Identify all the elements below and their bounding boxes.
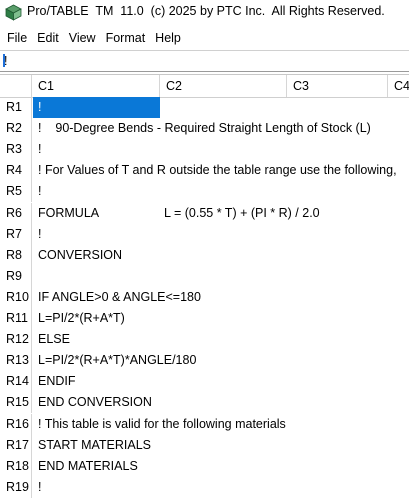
row-header[interactable]: R8 xyxy=(0,244,32,266)
menu-bar: File Edit View Format Help xyxy=(0,28,409,48)
table-row: R14 ENDIF xyxy=(0,371,409,393)
cell-c1[interactable]: ! xyxy=(38,139,41,160)
row-header[interactable]: R10 xyxy=(0,286,32,308)
table-row: R3! xyxy=(0,139,409,161)
row-header[interactable]: R18 xyxy=(0,455,32,477)
row-header[interactable]: R17 xyxy=(0,434,32,456)
table-row: R19! xyxy=(0,476,409,498)
cell-c1[interactable]: ! xyxy=(38,477,41,498)
row-header[interactable]: R6 xyxy=(0,202,32,224)
cell-c1[interactable]: IF ANGLE>0 & ANGLE<=180 xyxy=(38,287,201,308)
column-header-c4[interactable]: C4 xyxy=(388,75,409,97)
cell-c1[interactable]: ! 90-Degree Bends - Required Straight Le… xyxy=(38,118,371,139)
menu-view[interactable]: View xyxy=(64,31,101,45)
table-row: R12 ELSE xyxy=(0,329,409,351)
menu-help[interactable]: Help xyxy=(150,31,186,45)
table-row: R8 CONVERSION xyxy=(0,244,409,266)
row-header[interactable]: R9 xyxy=(0,265,32,287)
table-row: R2 ! 90-Degree Bends - Required Straight … xyxy=(0,118,409,140)
entry-line-input[interactable] xyxy=(1,52,407,69)
cell-c1[interactable]: START MATERIALS xyxy=(38,435,151,456)
cell-c1[interactable]: FORMULA xyxy=(38,203,99,224)
menu-format[interactable]: Format xyxy=(101,31,151,45)
table-row: R7! xyxy=(0,223,409,245)
row-header[interactable]: R2 xyxy=(0,118,32,140)
table-row: R13 L=PI/2*(R+A*T)*ANGLE/180 xyxy=(0,350,409,372)
entry-line xyxy=(0,50,409,72)
cell-c1[interactable]: L=PI/2*(R+A*T) xyxy=(38,308,125,329)
menu-edit[interactable]: Edit xyxy=(32,31,64,45)
row-header[interactable]: R13 xyxy=(0,350,32,372)
selected-cell[interactable]: ! xyxy=(33,97,160,118)
cell-c1[interactable]: ! xyxy=(38,224,41,245)
text-cursor xyxy=(3,54,5,67)
cell-c2[interactable]: L = (0.55 * T) + (PI * R) / 2.0 xyxy=(164,203,320,224)
row-header[interactable]: R7 xyxy=(0,223,32,245)
title-bar: Pro/TABLE TM 11.0 (c) 2025 by PTC Inc. A… xyxy=(0,0,409,25)
table-row: R18 END MATERIALS xyxy=(0,455,409,477)
table-row: R5! xyxy=(0,181,409,203)
pro-table-app-icon xyxy=(5,4,22,21)
cell-c1[interactable]: L=PI/2*(R+A*T)*ANGLE/180 xyxy=(38,350,196,371)
row-header[interactable]: R1 xyxy=(0,97,32,118)
cell-c1[interactable]: ! This table is valid for the following … xyxy=(38,414,286,435)
cell-c1[interactable]: CONVERSION xyxy=(38,245,122,266)
row-header[interactable]: R15 xyxy=(0,392,32,414)
cell-c1[interactable]: END CONVERSION xyxy=(38,392,152,413)
column-header-c3[interactable]: C3 xyxy=(287,75,388,97)
table-row: R15 END CONVERSION xyxy=(0,392,409,414)
column-header-c1[interactable]: C1 xyxy=(32,75,160,97)
table-row: R17 START MATERIALS xyxy=(0,434,409,456)
cell-c1[interactable]: ! For Values of T and R outside the tabl… xyxy=(38,160,397,181)
grid-corner[interactable] xyxy=(0,75,32,97)
cell-c1[interactable]: ENDIF xyxy=(38,371,76,392)
cell-c1[interactable]: ! xyxy=(38,181,41,202)
cell-text: ! xyxy=(38,100,42,114)
table-row: R1! xyxy=(0,97,409,118)
table-row: R9 xyxy=(0,265,409,287)
table-row: R4 ! For Values of T and R outside the ta… xyxy=(0,160,409,182)
window-title: Pro/TABLE TM 11.0 (c) 2025 by PTC Inc. A… xyxy=(27,4,385,18)
row-header[interactable]: R5 xyxy=(0,181,32,203)
row-header[interactable]: R19 xyxy=(0,476,32,498)
row-header[interactable]: R14 xyxy=(0,371,32,393)
row-header[interactable]: R3 xyxy=(0,139,32,161)
menu-file[interactable]: File xyxy=(0,31,32,45)
row-header[interactable]: R12 xyxy=(0,329,32,351)
column-header-row: C1 C2 C3 C4 xyxy=(0,75,409,98)
row-header[interactable]: R4 xyxy=(0,160,32,182)
cell-c1[interactable]: ELSE xyxy=(38,329,70,350)
spreadsheet-grid: C1 C2 C3 C4 R1! R2! 90-Degree Bends - Req… xyxy=(0,74,409,500)
table-row: R10 IF ANGLE>0 & ANGLE<=180 xyxy=(0,286,409,308)
table-row: R11 L=PI/2*(R+A*T) xyxy=(0,308,409,329)
cell-c1[interactable]: END MATERIALS xyxy=(38,456,138,477)
table-row: R6 FORMULA L = (0.55 * T) + (PI * R) / 2.0 xyxy=(0,202,409,224)
row-header[interactable]: R16 xyxy=(0,413,32,435)
row-header[interactable]: R11 xyxy=(0,308,32,329)
column-header-c2[interactable]: C2 xyxy=(160,75,287,97)
table-row: R16 ! This table is valid for the followi… xyxy=(0,413,409,435)
